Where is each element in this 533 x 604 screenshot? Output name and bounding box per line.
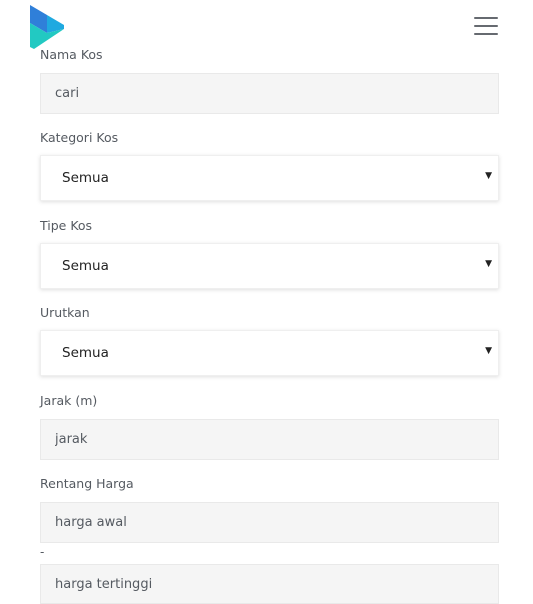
caret-down-icon: ▼ (485, 171, 492, 181)
jarak-input[interactable] (40, 419, 499, 460)
caret-down-icon: ▼ (485, 259, 492, 269)
hamburger-menu-icon[interactable] (474, 16, 498, 36)
caret-down-icon: ▼ (485, 346, 492, 356)
nama-kos-input[interactable] (40, 73, 499, 114)
tipe-kos-value: Semua (62, 258, 109, 274)
kategori-kos-label: Kategori Kos (40, 130, 119, 145)
tipe-kos-select[interactable]: Semua ▼ (40, 243, 499, 289)
urutkan-select[interactable]: Semua ▼ (40, 330, 499, 376)
rentang-harga-label: Rentang Harga (40, 476, 134, 491)
menu-bar-bottom (474, 33, 498, 35)
header (0, 0, 533, 56)
range-separator: - (40, 545, 45, 559)
menu-bar-top (474, 17, 498, 19)
harga-awal-input[interactable] (40, 502, 499, 543)
menu-bar-middle (474, 25, 498, 27)
tipe-kos-label: Tipe Kos (40, 218, 93, 233)
jarak-label: Jarak (m) (40, 393, 98, 408)
harga-tertinggi-input[interactable] (40, 564, 499, 604)
brand-logo-icon[interactable] (30, 5, 64, 49)
urutkan-value: Semua (62, 345, 109, 361)
kategori-kos-select[interactable]: Semua ▼ (40, 155, 499, 201)
urutkan-label: Urutkan (40, 305, 90, 320)
kategori-kos-value: Semua (62, 170, 109, 186)
